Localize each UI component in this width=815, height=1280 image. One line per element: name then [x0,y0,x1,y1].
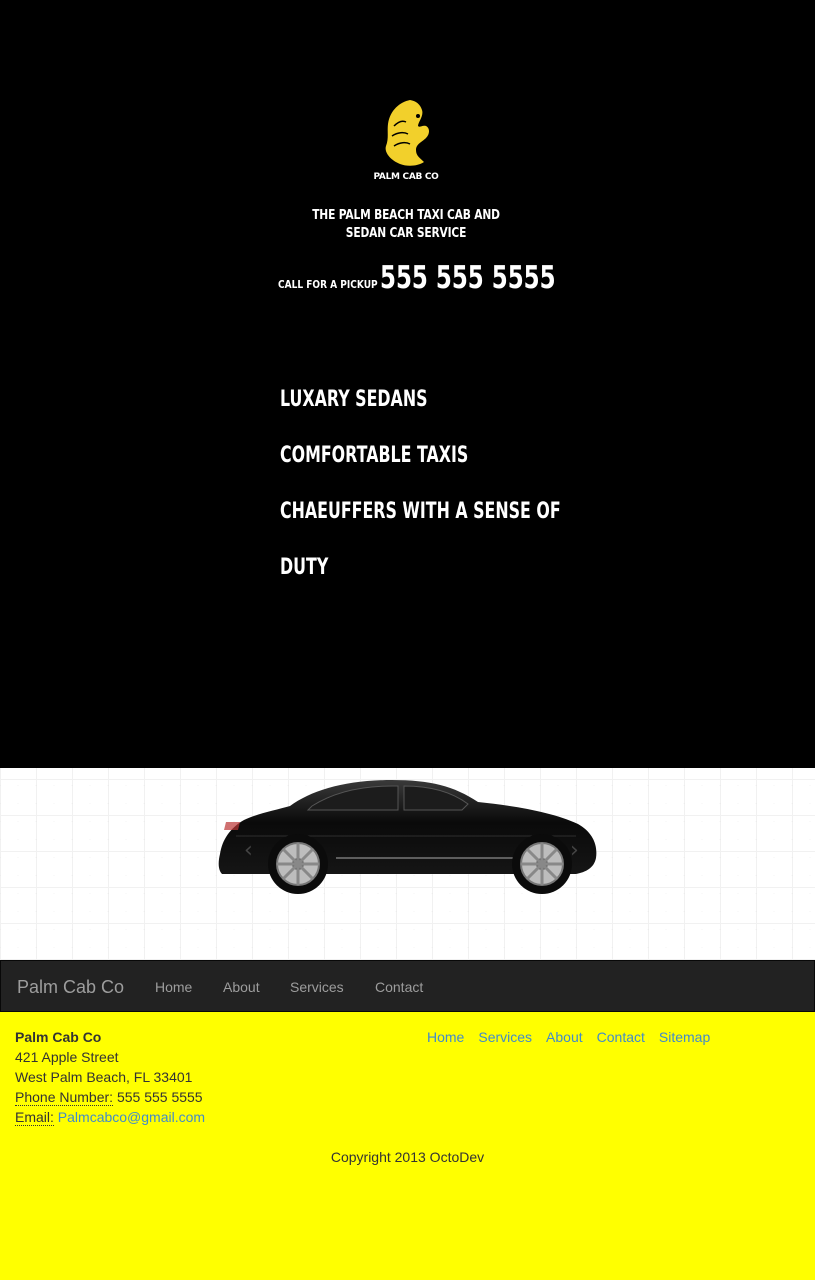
car-carousel: ‹ › [0,768,815,960]
hero-phone-number: 555 555 5555 [380,260,556,296]
phone-value: 555 555 5555 [116,1089,203,1105]
chevron-right-icon: › [570,838,579,863]
email-line: Email: Palmcabco@gmail.com [15,1107,205,1127]
footer-link-sitemap[interactable]: Sitemap [659,1029,710,1045]
footer-link-services[interactable]: Services [478,1029,532,1045]
nav-services[interactable]: Services [290,979,344,995]
navbar: Palm Cab Co Home About Services Contact [0,960,815,1012]
carousel-next-button[interactable]: › [570,838,590,863]
nav-about[interactable]: About [223,979,260,995]
footer: Palm Cab Co 421 Apple Street West Palm B… [0,1011,815,1280]
feature-item: LUXARY SEDANS [280,387,428,412]
feature-item: COMFORTABLE TAXIS [280,443,469,468]
street-address: 421 Apple Street [15,1049,119,1065]
carousel-prev-button[interactable]: ‹ [244,838,264,863]
nav-home[interactable]: Home [155,979,192,995]
feature-item: DUTY [280,555,329,580]
hero-tagline: THE PALM BEACH TAXI CAB AND SEDAN CAR SE… [312,208,500,241]
phone-line: Phone Number: 555 555 5555 [15,1087,205,1107]
address-block: Palm Cab Co 421 Apple Street West Palm B… [15,1027,205,1127]
phone-label: Phone Number: [15,1089,114,1106]
feature-item: CHAEUFFERS WITH A SENSE OF [280,499,561,524]
copyright: Copyright 2013 OctoDev [330,1149,485,1165]
city-address: West Palm Beach, FL 33401 [15,1069,193,1085]
footer-nav: Home Services About Contact Sitemap [427,1029,724,1045]
chevron-left-icon: ‹ [244,838,253,863]
footer-link-about[interactable]: About [546,1029,583,1045]
logo-text: PALM CAB CO [373,172,439,182]
email-label: Email: [15,1109,54,1126]
nav-contact[interactable]: Contact [375,979,423,995]
navbar-brand[interactable]: Palm Cab Co [17,977,124,998]
hero-section: PALM CAB CO THE PALM BEACH TAXI CAB AND … [0,0,815,768]
email-link[interactable]: Palmcabco@gmail.com [58,1109,205,1125]
footer-link-home[interactable]: Home [427,1029,464,1045]
features-list: LUXARY SEDANS COMFORTABLE TAXIS CHAEUFFE… [280,372,561,596]
call-label: CALL FOR A PICKUP [278,278,378,291]
horse-head-logo-icon [385,100,429,166]
footer-link-contact[interactable]: Contact [597,1029,645,1045]
company-name: Palm Cab Co [15,1029,102,1045]
black-sedan-image [218,780,597,894]
